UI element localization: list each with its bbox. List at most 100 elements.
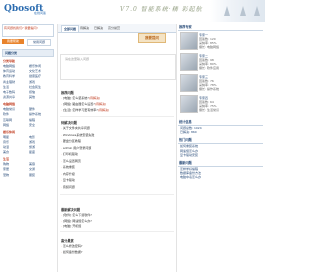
question-link[interactable]: [网络] 网速慢怎么办? [63, 219, 92, 223]
category-link[interactable]: 游戏 [29, 140, 53, 144]
stats-title: 统计信息 [178, 119, 263, 126]
question-row[interactable]: · 如何备份数据? [61, 250, 83, 254]
category-link[interactable]: 硬件 [29, 107, 53, 111]
category-link[interactable]: 互联网 [3, 118, 27, 122]
site-logo[interactable]: Qbosoft 在线问答 [4, 4, 48, 18]
category-link[interactable]: 生活 [3, 85, 27, 89]
category-link[interactable]: 明星 [3, 135, 27, 139]
category-link[interactable]: 烦恼 [29, 90, 53, 94]
category-link[interactable]: 游戏 [29, 80, 53, 84]
question-row[interactable]: · [生活] 怎样学习更有效率?(待解决) [61, 108, 109, 112]
ask-notice[interactable]: 有问题找我们? 我要提问! [2, 24, 54, 37]
question-link[interactable]: [生活] 怎样学习更有效率? [63, 108, 98, 112]
category-link[interactable]: 软件 [3, 112, 27, 116]
category-link[interactable]: 操作系统 [29, 112, 53, 116]
question-link[interactable]: 硬盘分区教程 [63, 139, 81, 143]
avatar[interactable] [180, 74, 198, 92]
question-row[interactable]: · 内存升级 [61, 172, 75, 176]
expert-card[interactable]: 专家三 回答数: 76 采纳率: 78% 擅长: 操作系统 [178, 73, 263, 94]
faq-button[interactable]: 常用问题 [27, 39, 51, 46]
question-row[interactable]: · admin 用户登录问题 [61, 146, 91, 150]
question-row[interactable]: · 关于文件夹共享问题 [61, 126, 90, 130]
category-link[interactable]: 星座 [29, 150, 53, 154]
question-row[interactable]: · [网络] 路由器怎么设置?(待解决) [61, 102, 106, 106]
question-link[interactable]: [电脑] 怎么装系统? [63, 96, 89, 100]
category-link[interactable]: 体育运动 [3, 69, 27, 73]
category-link[interactable]: 动漫 [3, 145, 27, 149]
category-link[interactable]: 安全 [29, 123, 53, 127]
question-row[interactable]: · [软件] 怎么下载软件? [61, 213, 92, 217]
question-row[interactable]: · 怎么设置网页 [61, 159, 81, 163]
question-link[interactable]: 如何备份数据? [63, 250, 83, 254]
avatar[interactable] [180, 32, 198, 50]
category-link[interactable]: 宠物 [3, 173, 27, 177]
question-row[interactable]: · Windows系统安装失败 [61, 133, 94, 137]
category-link[interactable]: 商业理财 [3, 80, 27, 84]
category-link[interactable]: 美食 [3, 150, 27, 154]
sidebar-link[interactable]: 已解决: 860 [178, 130, 263, 134]
divider [60, 116, 174, 117]
avatar[interactable] [180, 95, 198, 113]
latest-questions-title: 最新问题 [178, 160, 263, 167]
question-row[interactable]: · [电脑] 怎么装系统?(待解决) [61, 96, 100, 100]
question-link[interactable]: [网络] 路由器怎么设置? [63, 102, 95, 106]
question-tabs: 全部问题 待解决 已解决 高分悬赏 [58, 24, 176, 33]
question-link[interactable]: [软件] 怎么下载软件? [63, 213, 92, 217]
category-link[interactable]: 电脑网络 [3, 64, 27, 68]
question-input[interactable]: 请在这里输入问题 [60, 54, 176, 80]
category-link[interactable]: 娱乐休闲 [29, 64, 53, 68]
category-link[interactable]: 教育科学 [3, 74, 27, 78]
sidebar-link[interactable]: 显卡驱动安装 [178, 153, 263, 157]
category-link[interactable]: 家居 [3, 167, 27, 171]
question-row[interactable]: · 音频问题 [61, 185, 75, 189]
question-link[interactable]: 怎么设置网页 [63, 159, 81, 163]
category-link[interactable]: 文化艺术 [29, 69, 53, 73]
category-link[interactable]: 电影 [29, 135, 53, 139]
question-link[interactable]: [电脑] 开机慢 [63, 224, 81, 228]
category-link[interactable]: 其他 [29, 95, 53, 99]
categories-title: 问题分类 [2, 49, 54, 57]
question-link[interactable]: 内存升级 [63, 172, 75, 176]
category-link[interactable]: 电子数码 [3, 90, 27, 94]
category-link[interactable]: 美容 [29, 162, 53, 166]
category-links: 明星 电影 音乐 游戏 动漫 旅游 美食 星座 [2, 134, 54, 156]
question-row[interactable]: · 系统重装 [61, 165, 75, 169]
tab-reward[interactable]: 高分悬赏 [108, 25, 120, 31]
status-tag: (待解决) [88, 96, 101, 100]
tab-pending[interactable]: 待解决 [80, 25, 89, 31]
ask-question-button[interactable]: 我要提问 [138, 33, 166, 43]
question-row[interactable]: · 怎么修改密码? [61, 244, 83, 248]
category-link[interactable]: 健康医疗 [29, 74, 53, 78]
question-row[interactable]: · 硬盘分区教程 [61, 139, 81, 143]
question-row[interactable]: · 显卡驱动 [61, 178, 75, 182]
question-link[interactable]: 打印机驱动 [63, 152, 78, 156]
expert-card[interactable]: 专家二 回答数: 98 采纳率: 80% 擅长: 软件应用 [178, 52, 263, 73]
question-link[interactable]: 系统重装 [63, 165, 75, 169]
question-link[interactable]: 音频问题 [63, 185, 75, 189]
help-button[interactable]: 我要帮助 [2, 39, 24, 44]
tab-all[interactable]: 全部问题 [61, 25, 80, 32]
question-link[interactable]: 怎么修改密码? [63, 244, 83, 248]
category-link[interactable]: 服装 [29, 173, 53, 177]
question-link[interactable]: Windows系统安装失败 [63, 133, 94, 137]
category-link[interactable]: 社会民生 [29, 85, 53, 89]
avatar[interactable] [180, 53, 198, 71]
question-row[interactable]: · [电脑] 开机慢 [61, 224, 81, 228]
category-link[interactable]: 旅游 [29, 145, 53, 149]
sidebar-link[interactable]: 电脑中毒怎么办 [178, 175, 263, 179]
question-link[interactable]: admin 用户登录问题 [63, 146, 91, 150]
category-link[interactable]: 资源共享 [3, 95, 27, 99]
question-row[interactable]: · [网络] 网速慢怎么办? [61, 219, 92, 223]
question-link[interactable]: 关于文件夹共享问题 [63, 126, 90, 130]
category-link[interactable]: 网络 [3, 123, 27, 127]
expert-card[interactable]: 专家四 回答数: 64 采纳率: 75% 擅长: 生活常识 [178, 94, 263, 115]
tab-solved[interactable]: 已解决 [94, 25, 103, 31]
category-link[interactable]: 音乐 [3, 140, 27, 144]
category-link[interactable]: 购物 [3, 162, 27, 166]
category-link[interactable]: 电脑常识 [3, 107, 27, 111]
expert-card[interactable]: 专家一 回答数: 120 采纳率: 85% 擅长: 电脑网络 [178, 31, 263, 52]
category-link[interactable]: 编程 [29, 118, 53, 122]
category-link[interactable]: 交通 [29, 167, 53, 171]
question-row[interactable]: · 打印机驱动 [61, 152, 78, 156]
question-link[interactable]: 显卡驱动 [63, 178, 75, 182]
